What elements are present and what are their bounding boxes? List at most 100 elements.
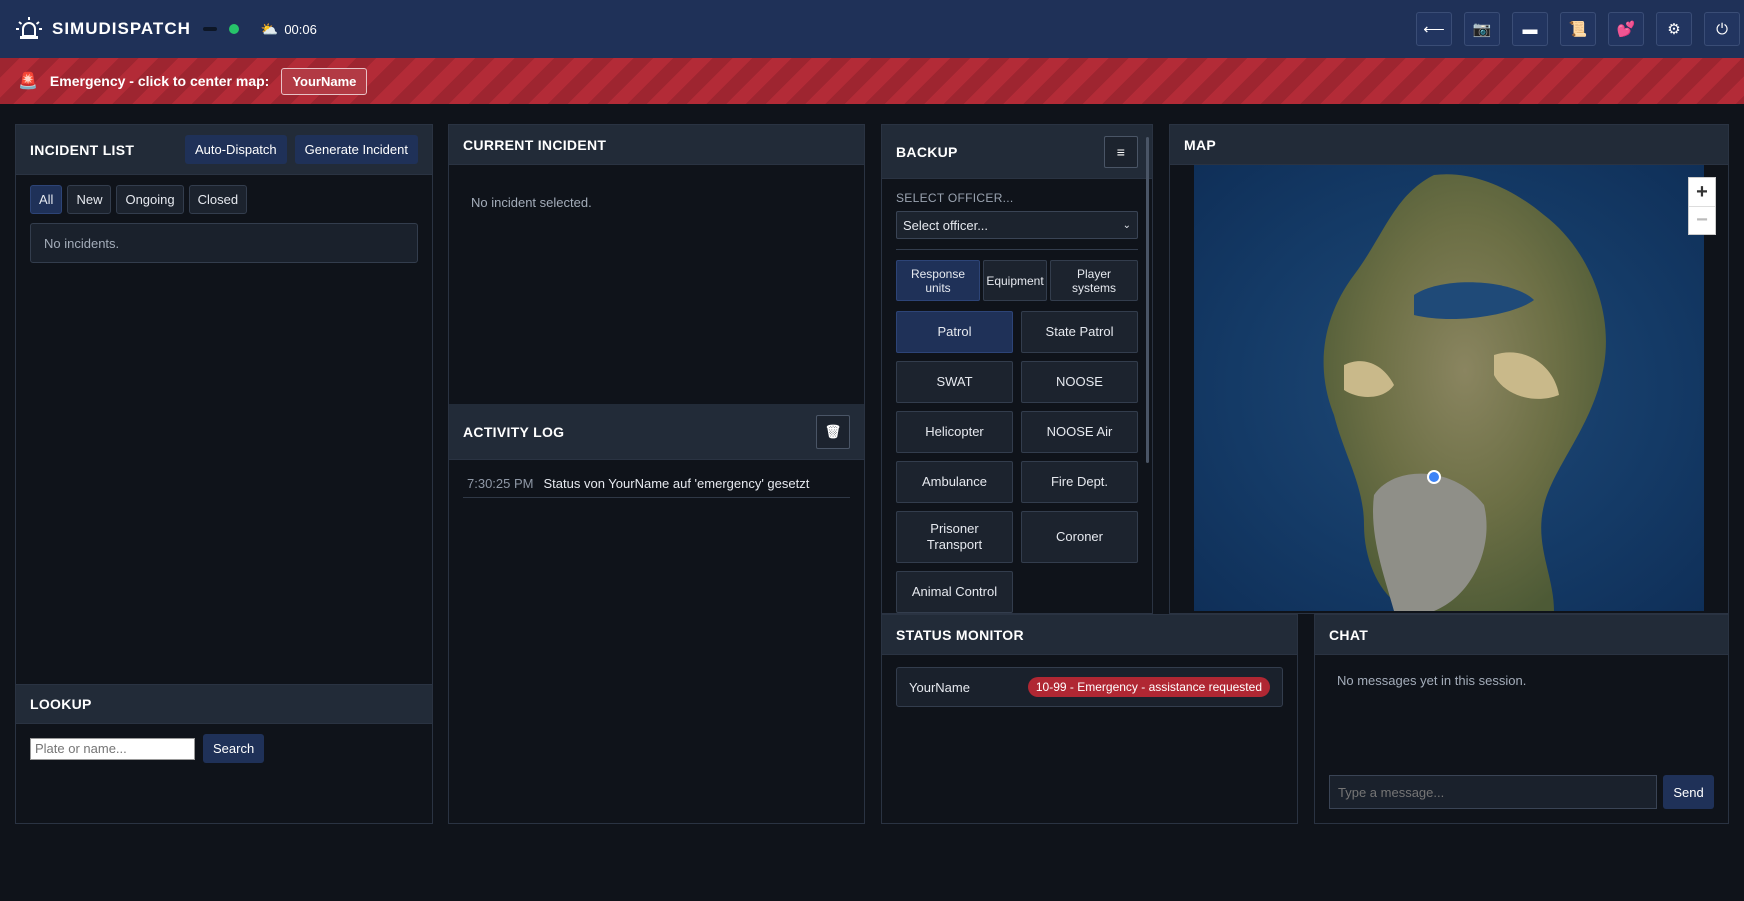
- lookup-input[interactable]: [30, 737, 195, 760]
- filter-new[interactable]: New: [67, 185, 112, 214]
- power-icon: ⏻: [1716, 20, 1728, 38]
- unit-state-patrol[interactable]: State Patrol: [1021, 311, 1138, 353]
- activity-log-section: ACTIVITY LOG 🗑 7:30:25 PM Status von You…: [449, 404, 864, 498]
- filter-closed[interactable]: Closed: [188, 185, 248, 214]
- status-row[interactable]: YourName 10-99 - Emergency - assistance …: [896, 667, 1283, 707]
- unit-prisoner-transport[interactable]: Prisoner Transport: [896, 511, 1013, 563]
- emergency-officer-button[interactable]: YourName: [281, 67, 368, 95]
- favorites-button[interactable]: 💕: [1608, 12, 1644, 46]
- chat-send-button[interactable]: Send: [1663, 775, 1714, 809]
- current-incident-panel: CURRENT INCIDENT No incident selected. A…: [448, 124, 865, 824]
- siren-icon: 🚨: [18, 73, 38, 90]
- unit-animal-control[interactable]: Animal Control: [896, 571, 1013, 613]
- toolbar: ⟵ 📷 ▬ 📜 💕 ⚙ ⏻: [1416, 12, 1740, 46]
- generate-incident-button[interactable]: Generate Incident: [294, 135, 418, 164]
- clear-log-button[interactable]: 🗑: [816, 414, 850, 449]
- unit-noose[interactable]: NOOSE: [1021, 361, 1138, 403]
- zoom-in-button[interactable]: +: [1689, 178, 1715, 206]
- activity-log-title: ACTIVITY LOG: [463, 423, 565, 440]
- incident-list-panel: INCIDENT LIST Auto-Dispatch Generate Inc…: [15, 124, 433, 824]
- minimize-button[interactable]: ▬: [1512, 12, 1548, 46]
- unit-grid: Patrol State Patrol SWAT NOOSE Helicopte…: [896, 311, 1138, 613]
- chat-panel: CHAT No messages yet in this session. Se…: [1314, 614, 1729, 824]
- auto-dispatch-button[interactable]: Auto-Dispatch: [184, 135, 287, 164]
- status-bar-indicator: [202, 27, 217, 31]
- incident-filters: All New Ongoing Closed: [16, 175, 432, 214]
- map-canvas[interactable]: [1194, 165, 1704, 611]
- zoom-out-button[interactable]: −: [1689, 206, 1715, 234]
- chat-compose: Send: [1329, 775, 1714, 809]
- emergency-banner[interactable]: 🚨 Emergency - click to center map: YourN…: [0, 58, 1744, 104]
- unit-swat[interactable]: SWAT: [896, 361, 1013, 403]
- brand: SIMUDISPATCH: [16, 16, 191, 42]
- back-button[interactable]: ⟵: [1416, 12, 1452, 46]
- camera-button[interactable]: 📷: [1464, 12, 1500, 46]
- scroll-icon: 📜: [1568, 21, 1588, 38]
- backup-scrollbar[interactable]: [1146, 137, 1149, 463]
- lookup-search-button[interactable]: Search: [203, 734, 265, 763]
- current-incident-header: CURRENT INCIDENT: [449, 125, 864, 165]
- lookup-section: LOOKUP Search: [16, 684, 432, 773]
- power-button[interactable]: ⏻: [1704, 12, 1740, 46]
- chat-empty-message: No messages yet in this session.: [1337, 673, 1527, 688]
- top-bar: SIMUDISPATCH ⛅ 00:06 ⟵ 📷 ▬ 📜 💕 ⚙ ⏻: [0, 0, 1744, 58]
- filter-all[interactable]: All: [30, 185, 63, 214]
- backup-tabs: Response units Equipment Player systems: [896, 260, 1138, 301]
- unit-patrol[interactable]: Patrol: [896, 311, 1013, 353]
- map-title: MAP: [1184, 136, 1217, 153]
- chevron-down-icon: ⌄: [1122, 219, 1131, 231]
- backup-title: BACKUP: [896, 143, 958, 160]
- log-entry-text: Status von YourName auf 'emergency' gese…: [543, 476, 810, 491]
- empty-incidents-message: No incidents.: [30, 223, 418, 263]
- unit-helicopter[interactable]: Helicopter: [896, 411, 1013, 453]
- map-panel: MAP + −: [1169, 124, 1729, 614]
- status-monitor-header: STATUS MONITOR: [882, 615, 1297, 655]
- tab-response-units[interactable]: Response units: [896, 260, 980, 301]
- select-officer-label: SELECT OFFICER...: [896, 191, 1014, 205]
- log-entry-time: 7:30:25 PM: [467, 476, 534, 491]
- unit-ambulance[interactable]: Ambulance: [896, 461, 1013, 503]
- tab-equipment[interactable]: Equipment: [983, 260, 1047, 301]
- tab-player-systems[interactable]: Player systems: [1050, 260, 1138, 301]
- map-header: MAP: [1170, 125, 1728, 165]
- current-incident-title: CURRENT INCIDENT: [463, 136, 607, 153]
- settings-button[interactable]: ⚙: [1656, 12, 1692, 46]
- lookup-title: LOOKUP: [30, 696, 92, 712]
- island-map-image: [1323, 174, 1606, 611]
- no-incident-message: No incident selected.: [471, 195, 592, 210]
- incident-list-title: INCIDENT LIST: [30, 141, 135, 158]
- log-entry: 7:30:25 PM Status von YourName auf 'emer…: [463, 476, 850, 498]
- officer-select-value: Select officer...: [903, 217, 989, 233]
- notes-button[interactable]: 📜: [1560, 12, 1596, 46]
- chat-header: CHAT: [1315, 615, 1728, 655]
- gear-icon: ⚙: [1667, 21, 1681, 38]
- partly-cloudy-icon: ⛅: [260, 20, 279, 37]
- incident-list-header: INCIDENT LIST Auto-Dispatch Generate Inc…: [16, 125, 432, 175]
- emergency-banner-text: Emergency - click to center map:: [49, 73, 270, 89]
- backup-header: BACKUP ≡: [882, 125, 1152, 179]
- zoom-controls: + −: [1688, 177, 1716, 235]
- backup-menu-button[interactable]: ≡: [1104, 135, 1138, 168]
- filter-ongoing[interactable]: Ongoing: [116, 185, 184, 214]
- siren-logo-icon: [16, 16, 42, 42]
- backup-divider: [896, 249, 1138, 250]
- unit-coroner[interactable]: Coroner: [1021, 511, 1138, 563]
- minus-bar-icon: ▬: [1522, 20, 1538, 38]
- status-officer-name: YourName: [909, 679, 970, 695]
- unit-fire-dept[interactable]: Fire Dept.: [1021, 461, 1138, 503]
- chat-message-input[interactable]: [1329, 775, 1657, 809]
- lookup-header: LOOKUP: [16, 684, 432, 724]
- backup-panel: BACKUP ≡ SELECT OFFICER... Select office…: [881, 124, 1153, 614]
- hamburger-icon: ≡: [1116, 143, 1126, 160]
- online-status-dot: [228, 24, 239, 34]
- trash-icon: 🗑: [824, 423, 842, 439]
- unit-noose-air[interactable]: NOOSE Air: [1021, 411, 1138, 453]
- chat-title: CHAT: [1329, 626, 1369, 643]
- clock-text: 00:06: [284, 21, 317, 37]
- app-name: SIMUDISPATCH: [52, 19, 191, 38]
- status-monitor-title: STATUS MONITOR: [896, 626, 1024, 643]
- arrow-left-icon: ⟵: [1423, 21, 1445, 38]
- weather-clock: ⛅ 00:06: [261, 21, 317, 38]
- camera-icon: 📷: [1472, 21, 1492, 38]
- officer-select[interactable]: Select officer... ⌄: [896, 211, 1138, 239]
